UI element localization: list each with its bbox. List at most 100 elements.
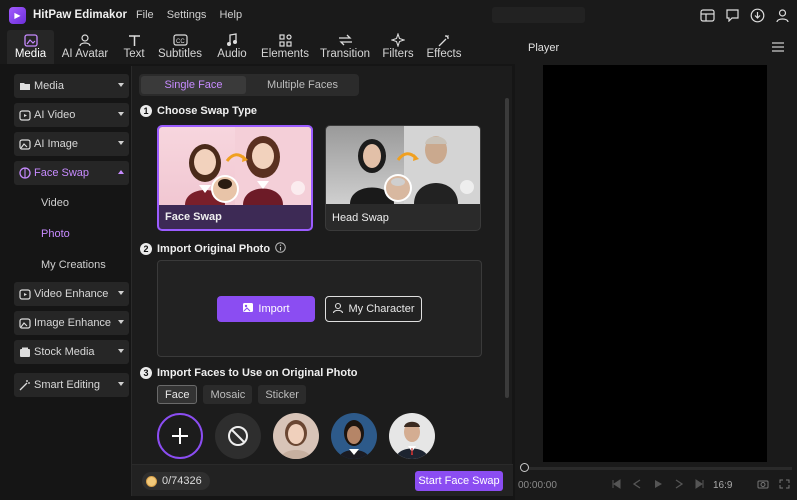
- sidebar-item-ai-video[interactable]: AI Video: [14, 103, 129, 127]
- panel-scrollbar[interactable]: [505, 98, 509, 398]
- preview-play-icon[interactable]: [291, 181, 305, 195]
- face-swap-icon: [18, 167, 31, 180]
- face-type-tabs: Face Mosaic Sticker: [157, 385, 306, 404]
- playback-track[interactable]: [524, 467, 792, 470]
- transition-icon: [338, 32, 353, 48]
- sidebar-subitem-my-creations[interactable]: My Creations: [41, 259, 106, 271]
- smart-editing-icon: [18, 379, 31, 392]
- feedback-icon[interactable]: [723, 6, 741, 24]
- sidebar-item-smart-editing[interactable]: Smart Editing: [14, 373, 129, 397]
- sidebar-item-face-swap[interactable]: Face Swap: [14, 161, 129, 185]
- tool-elements[interactable]: Elements: [256, 30, 314, 64]
- sidebar-item-media[interactable]: Media: [14, 74, 129, 98]
- menu-settings[interactable]: Settings: [167, 9, 207, 21]
- chevron-down-icon: [118, 141, 124, 145]
- ai-image-icon: [18, 138, 31, 151]
- sidebar-item-stock-media[interactable]: Stock Media: [14, 340, 129, 364]
- title-search-box[interactable]: [492, 7, 585, 23]
- face-swap-card-label: Face Swap: [165, 211, 222, 223]
- svg-text:CC: CC: [176, 39, 185, 45]
- user-icon: [332, 302, 344, 317]
- layout-icon[interactable]: [698, 6, 716, 24]
- face-swap-panel: Single Face Multiple Faces 1 Choose Swap…: [131, 66, 513, 496]
- app-window: ▶ HitPaw Edimakor File Settings Help Med…: [0, 0, 797, 500]
- playback-controls: [610, 478, 706, 490]
- face-avatar-3[interactable]: [389, 413, 435, 459]
- media-icon: [23, 32, 38, 48]
- face-options-row: [157, 413, 435, 459]
- playhead-handle[interactable]: [520, 463, 529, 472]
- import-image-icon: [242, 302, 254, 316]
- face-swap-thumbnail: [159, 127, 311, 205]
- text-icon: [128, 32, 141, 48]
- sidebar-item-ai-image[interactable]: AI Image: [14, 132, 129, 156]
- title-bar: ▶ HitPaw Edimakor File Settings Help: [0, 0, 797, 30]
- step-back-icon[interactable]: [631, 478, 643, 490]
- snapshot-camera-icon[interactable]: [757, 479, 769, 492]
- chevron-down-icon: [118, 112, 124, 116]
- import-button[interactable]: Import: [217, 296, 315, 322]
- face-avatar-2[interactable]: [331, 413, 377, 459]
- tab-face[interactable]: Face: [157, 385, 198, 404]
- step-2-heading: 2 Import Original Photo: [140, 242, 286, 256]
- credits-total: /74326: [168, 475, 202, 487]
- sidebar-item-video-enhance[interactable]: Video Enhance: [14, 282, 129, 306]
- download-icon[interactable]: [748, 6, 766, 24]
- chevron-up-icon: [118, 170, 124, 174]
- left-sidebar: Media AI Video AI Image Face Swap Video …: [8, 66, 130, 496]
- play-icon[interactable]: [652, 478, 664, 490]
- credits-counter[interactable]: 0/74326: [142, 472, 210, 490]
- tool-effects[interactable]: Effects: [420, 30, 468, 64]
- tab-mosaic[interactable]: Mosaic: [203, 385, 253, 404]
- sidebar-item-image-enhance[interactable]: Image Enhance: [14, 311, 129, 335]
- fullscreen-icon[interactable]: [779, 479, 790, 492]
- tool-audio[interactable]: Audio: [208, 30, 256, 64]
- menu-help[interactable]: Help: [219, 9, 242, 21]
- main-toolbar: Media AI Avatar Text CC Subtitles Audio …: [0, 30, 515, 64]
- info-icon[interactable]: [275, 242, 286, 256]
- tool-transition[interactable]: Transition: [314, 30, 376, 64]
- step-forward-icon[interactable]: [673, 478, 685, 490]
- sidebar-subitem-video[interactable]: Video: [41, 197, 69, 209]
- skip-back-icon[interactable]: [610, 478, 622, 490]
- tool-text[interactable]: Text: [116, 30, 152, 64]
- filters-icon: [391, 32, 405, 48]
- prohibited-icon: [228, 426, 248, 446]
- skip-forward-icon[interactable]: [694, 478, 706, 490]
- multiple-faces-option[interactable]: Multiple Faces: [248, 76, 357, 94]
- player-screen[interactable]: [543, 65, 767, 462]
- tool-media[interactable]: Media: [7, 30, 54, 64]
- tool-ai-avatar[interactable]: AI Avatar: [54, 30, 116, 64]
- preview-play-icon[interactable]: [460, 180, 474, 194]
- chevron-down-icon: [118, 382, 124, 386]
- menu-file[interactable]: File: [136, 9, 154, 21]
- aspect-ratio[interactable]: 16:9: [713, 480, 732, 491]
- step-number-2: 2: [140, 243, 152, 255]
- add-face-button[interactable]: [157, 413, 203, 459]
- image-enhance-icon: [18, 317, 31, 330]
- sidebar-subitem-photo[interactable]: Photo: [41, 228, 70, 240]
- app-logo-icon: ▶: [9, 6, 26, 24]
- head-swap-card[interactable]: Head Swap: [325, 125, 481, 231]
- head-swap-thumbnail: [326, 126, 480, 204]
- elements-icon: [278, 32, 292, 48]
- face-avatar-1[interactable]: [273, 413, 319, 459]
- account-icon[interactable]: [773, 6, 791, 24]
- music-note-icon: [226, 32, 238, 48]
- tool-subtitles[interactable]: CC Subtitles: [152, 30, 208, 64]
- my-character-button[interactable]: My Character: [325, 296, 422, 322]
- head-swap-card-label: Head Swap: [332, 212, 389, 224]
- tool-filters[interactable]: Filters: [376, 30, 420, 64]
- player-panel: Player 00:00:00 16:9: [515, 30, 797, 500]
- single-face-option[interactable]: Single Face: [141, 76, 246, 94]
- ai-avatar-icon: [78, 32, 92, 48]
- start-face-swap-button[interactable]: Start Face Swap: [415, 471, 503, 491]
- face-swap-card[interactable]: Face Swap: [157, 125, 313, 231]
- step-3-heading: 3 Import Faces to Use on Original Photo: [140, 367, 357, 379]
- no-face-button[interactable]: [215, 413, 261, 459]
- tab-sticker[interactable]: Sticker: [258, 385, 306, 404]
- step-number-1: 1: [140, 105, 152, 117]
- step-number-3: 3: [140, 367, 152, 379]
- hamburger-menu-icon[interactable]: [772, 42, 784, 55]
- photo-drop-zone[interactable]: Import My Character: [157, 260, 482, 357]
